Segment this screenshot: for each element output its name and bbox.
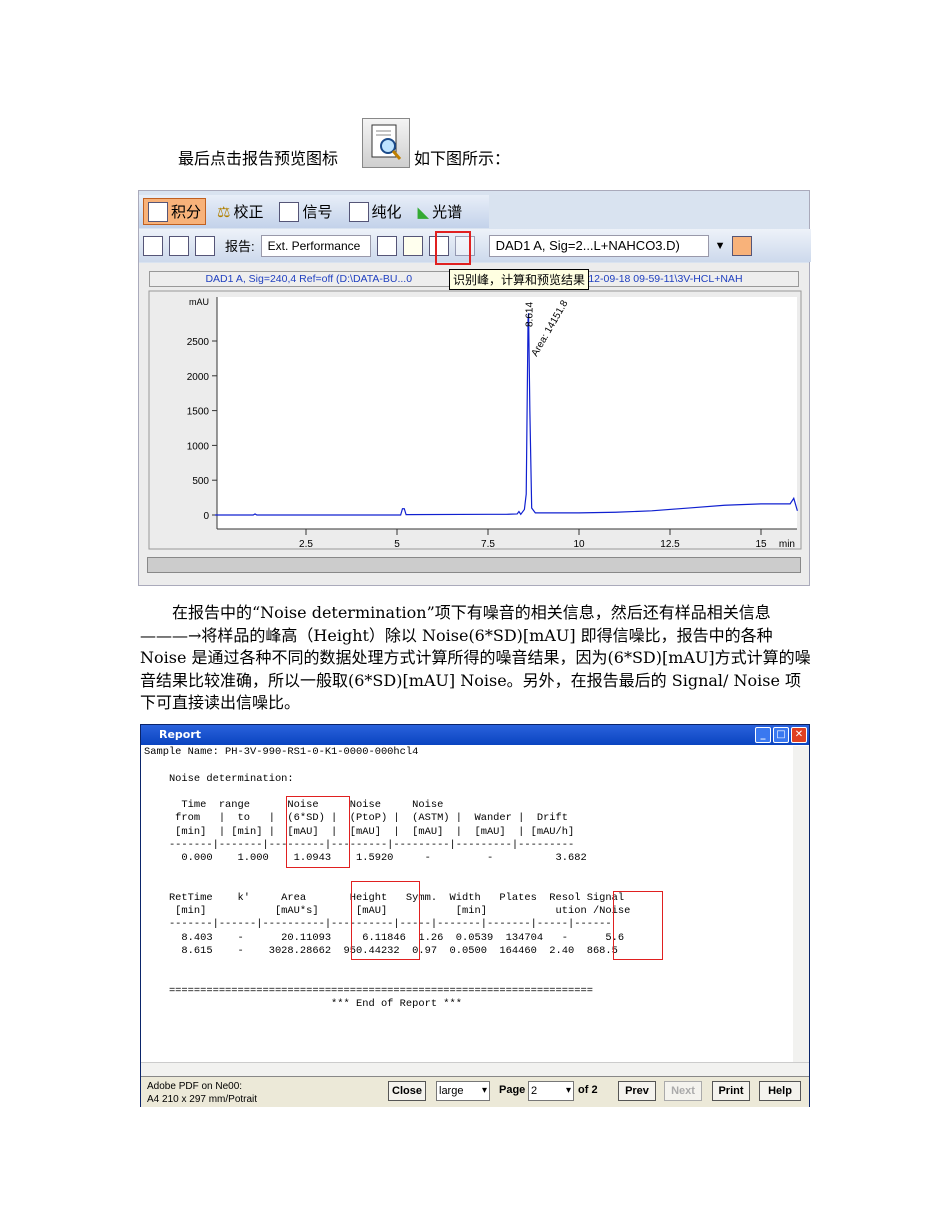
y-tick-label: 500 (192, 476, 209, 487)
report-line: [min] [mAU*s] [mAU] [min] ution /Noise (144, 905, 631, 917)
signal-icon (279, 201, 300, 222)
page-label: Page (499, 1084, 526, 1096)
intro-paragraph: 最后点击报告预览图标 ，如下图所示： (178, 149, 511, 168)
signal-combo[interactable]: DAD1 A, Sig=2...L+NAHCO3.D) (488, 234, 709, 257)
x-tick-label: 5 (394, 539, 400, 550)
minimize-button[interactable]: _ (755, 727, 771, 743)
y-tick-label: 2000 (187, 372, 210, 383)
zoom-select[interactable]: large (436, 1081, 490, 1101)
report-line (144, 759, 793, 772)
preview-report-icon[interactable] (402, 235, 423, 256)
report-line (144, 958, 793, 971)
highlight-box (435, 231, 471, 265)
report-line: 0.000 1.000 1.0943 1.5920 - - 3.682 (144, 852, 587, 864)
peak-label: 8.614 (525, 302, 536, 327)
y-tick-label: 1500 (187, 407, 210, 418)
report-line: [min] | [min] | [mAU] | [mAU] | [mAU] | … (144, 825, 575, 838)
report-toolbar: 报告: Ext. Performance DAD1 A, Sig=2...L+N… (139, 229, 811, 262)
report-content: Sample Name: PH-3V-990-RS1-0-K1-0000-000… (141, 746, 793, 1062)
report-window: Report _ □ ✕ Sample Name: PH-3V-990-RS1-… (140, 724, 810, 1107)
y-tick-label: 0 (203, 511, 209, 522)
purity-icon (348, 201, 369, 222)
highlight-noise-6sd (286, 796, 350, 868)
report-line (144, 865, 793, 878)
vertical-scrollbar[interactable] (793, 746, 809, 1062)
x-axis-label: min (779, 539, 795, 550)
report-label: 报告: (225, 239, 255, 254)
printer-name: Adobe PDF on Ne00: (147, 1081, 243, 1092)
highlight-signal-noise (613, 891, 663, 960)
report-line: ========================================… (144, 984, 593, 997)
page-select[interactable]: 2 (528, 1081, 574, 1101)
tab-signal[interactable]: 信号 (274, 198, 337, 225)
help-button[interactable]: Help (759, 1081, 801, 1101)
report-line: Time range Noise Noise Noise (144, 799, 444, 811)
integrate-icon[interactable] (143, 235, 163, 256)
auto-integrate-icon[interactable] (169, 235, 189, 256)
tab-integration[interactable]: 积分 (143, 198, 207, 225)
report-titlebar: Report _ □ ✕ (141, 725, 809, 745)
horizontal-scrollbar[interactable] (147, 557, 801, 573)
spectrum-icon: ◣ (417, 203, 430, 221)
report-icon[interactable] (376, 235, 397, 256)
x-tick-label: 12.5 (660, 539, 680, 550)
y-tick-label: 1000 (187, 441, 210, 452)
report-line: Noise determination: (144, 772, 294, 785)
prev-button[interactable]: Prev (618, 1081, 656, 1101)
close-button[interactable]: Close (388, 1081, 426, 1101)
report-horizontal-scrollbar[interactable] (141, 1062, 809, 1076)
plot-background (217, 297, 797, 529)
edit-events-icon[interactable] (195, 235, 215, 256)
page-count: of 2 (578, 1084, 598, 1096)
chromatogram-chart: 0 500 1000 1500 2000 2500 2.5 5 7.5 10 12.5 15 mAU mi… (148, 290, 802, 550)
x-tick-label: 7.5 (481, 539, 495, 550)
chemstation-screenshot: 积分 ⚖ 校正 信号 纯化 ◣ 光谱 报告: Ext. Performance DA… (138, 190, 811, 586)
report-line: -------|-------|---------|---------|----… (144, 838, 575, 851)
explanation-paragraph: 在报告中的“Noise determination”项下有噪音的相关信息，然后还… (140, 603, 811, 712)
dropdown-arrow-icon[interactable]: ▼ (715, 240, 726, 252)
maximize-button[interactable]: □ (773, 727, 789, 743)
tab-purity[interactable]: 纯化 (344, 198, 407, 225)
report-line: Sample Name: PH-3V-990-RS1-0-K1-0000-000… (144, 746, 419, 758)
paper-size: A4 210 x 297 mm/Potrait (147, 1094, 258, 1105)
report-preview-icon (362, 118, 410, 168)
x-tick-label: 15 (755, 539, 767, 550)
chromatogram-panel: DAD1 A, Sig=240,4 Ref=off (D:\DATA-BU...… (139, 263, 809, 585)
tab-calibration[interactable]: ⚖ 校正 (212, 198, 268, 225)
report-line (144, 879, 793, 892)
report-line: 8.615 - 3028.28662 950.44232 0.97 0.0500… (144, 944, 618, 957)
highlight-height (351, 881, 420, 960)
integration-icon (148, 201, 168, 222)
scale-icon: ⚖ (217, 203, 231, 221)
tab-spectrum[interactable]: ◣ 光谱 (413, 198, 468, 225)
report-line: *** End of Report *** (144, 997, 463, 1010)
tooltip: 识别峰，计算和预览结果 (449, 269, 590, 290)
report-line: from | to | (6*SD) | (PtoP) | (ASTM) | W… (144, 812, 569, 825)
y-tick-label: 2500 (187, 337, 210, 348)
print-button[interactable]: Print (712, 1081, 750, 1101)
report-line: 8.403 - 20.11093 6.11846 1.26 0.0539 134… (144, 931, 625, 944)
report-line: -------|------|----------|----------|---… (144, 918, 612, 931)
view-tabs: 积分 ⚖ 校正 信号 纯化 ◣ 光谱 (139, 195, 489, 228)
report-template-combo[interactable]: Ext. Performance (260, 234, 371, 257)
y-axis-label: mAU (189, 297, 209, 307)
x-tick-label: 10 (573, 539, 585, 550)
report-line (144, 971, 793, 984)
palette-icon[interactable] (731, 235, 752, 256)
close-window-button[interactable]: ✕ (791, 727, 807, 743)
report-line: RetTime k' Area Height Symm. Width Plate… (144, 891, 625, 904)
x-tick-label: 2.5 (299, 539, 313, 550)
report-footer: Adobe PDF on Ne00: A4 210 x 297 mm/Potrai… (141, 1076, 809, 1107)
next-button[interactable]: Next (664, 1081, 702, 1101)
report-line (144, 786, 793, 799)
